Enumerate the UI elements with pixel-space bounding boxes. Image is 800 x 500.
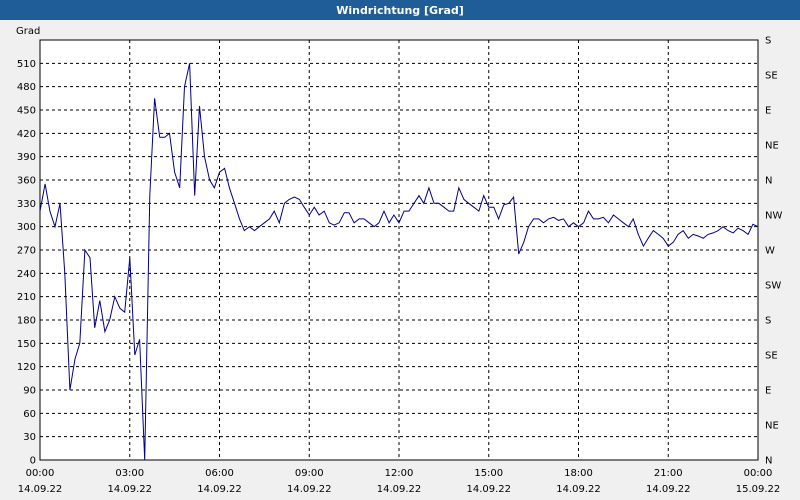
- y-tick-label: 60: [23, 409, 36, 420]
- y-tick-label: 360: [17, 176, 36, 187]
- wind-direction-chart: 0 30 60 90 120 150 180 210 240 270 300 330 360 390 420…: [16, 26, 782, 495]
- x-tick-date-label: 14.09.22: [287, 484, 332, 495]
- y-tick-label: 510: [17, 59, 36, 70]
- y-tick-label: 30: [23, 432, 36, 443]
- x-tick-date-label: 14.09.22: [646, 484, 691, 495]
- y-tick-label: 210: [17, 292, 36, 303]
- x-tick-date-label: 14.09.22: [197, 484, 242, 495]
- right-tick-label: SE: [765, 71, 778, 82]
- right-tick-label: N: [765, 456, 772, 467]
- right-tick-label: W: [765, 246, 775, 257]
- x-tick-date-label: 14.09.22: [18, 484, 63, 495]
- x-tick-date-label: 15.09.22: [736, 484, 781, 495]
- x-tick-time-label: 21:00: [654, 468, 683, 479]
- x-tick-time-label: 12:00: [385, 468, 414, 479]
- y-tick-label: 330: [17, 199, 36, 210]
- y-tick-label: 450: [17, 106, 36, 117]
- x-tick-time-label: 00:00: [26, 468, 55, 479]
- right-tick-label: NE: [765, 421, 779, 432]
- right-tick-label: S: [765, 316, 771, 327]
- y-axis-label: Grad: [16, 26, 40, 37]
- right-tick-label: E: [765, 386, 771, 397]
- x-tick-time-label: 06:00: [205, 468, 234, 479]
- y-tick-label: 90: [23, 386, 36, 397]
- x-tick-date-label: 14.09.22: [556, 484, 601, 495]
- right-tick-label: N: [765, 176, 772, 187]
- x-tick-time-label: 03:00: [115, 468, 144, 479]
- y-tick-label: 390: [17, 152, 36, 163]
- x-tick-date-label: 14.09.22: [377, 484, 422, 495]
- right-tick-label: S: [765, 36, 771, 47]
- right-tick-label: NW: [765, 211, 782, 222]
- window-title: Windrichtung [Grad]: [0, 0, 800, 20]
- x-tick-date-label: 14.09.22: [466, 484, 511, 495]
- right-tick-label: E: [765, 106, 771, 117]
- x-tick-time-label: 15:00: [474, 468, 503, 479]
- y-tick-label: 150: [17, 339, 36, 350]
- x-tick-date-label: 14.09.22: [107, 484, 152, 495]
- right-tick-label: SE: [765, 351, 778, 362]
- y-tick-label: 0: [30, 456, 36, 467]
- x-tick-time-label: 09:00: [295, 468, 324, 479]
- y-tick-label: 180: [17, 316, 36, 327]
- y-tick-label: 480: [17, 82, 36, 93]
- y-tick-label: 300: [17, 222, 36, 233]
- y-tick-label: 420: [17, 129, 36, 140]
- x-tick-time-label: 00:00: [744, 468, 773, 479]
- y-tick-label: 270: [17, 246, 36, 257]
- right-tick-label: SW: [765, 281, 781, 292]
- x-tick-time-label: 18:00: [564, 468, 593, 479]
- right-tick-label: NE: [765, 141, 779, 152]
- y-tick-label: 120: [17, 362, 36, 373]
- y-tick-label: 240: [17, 269, 36, 280]
